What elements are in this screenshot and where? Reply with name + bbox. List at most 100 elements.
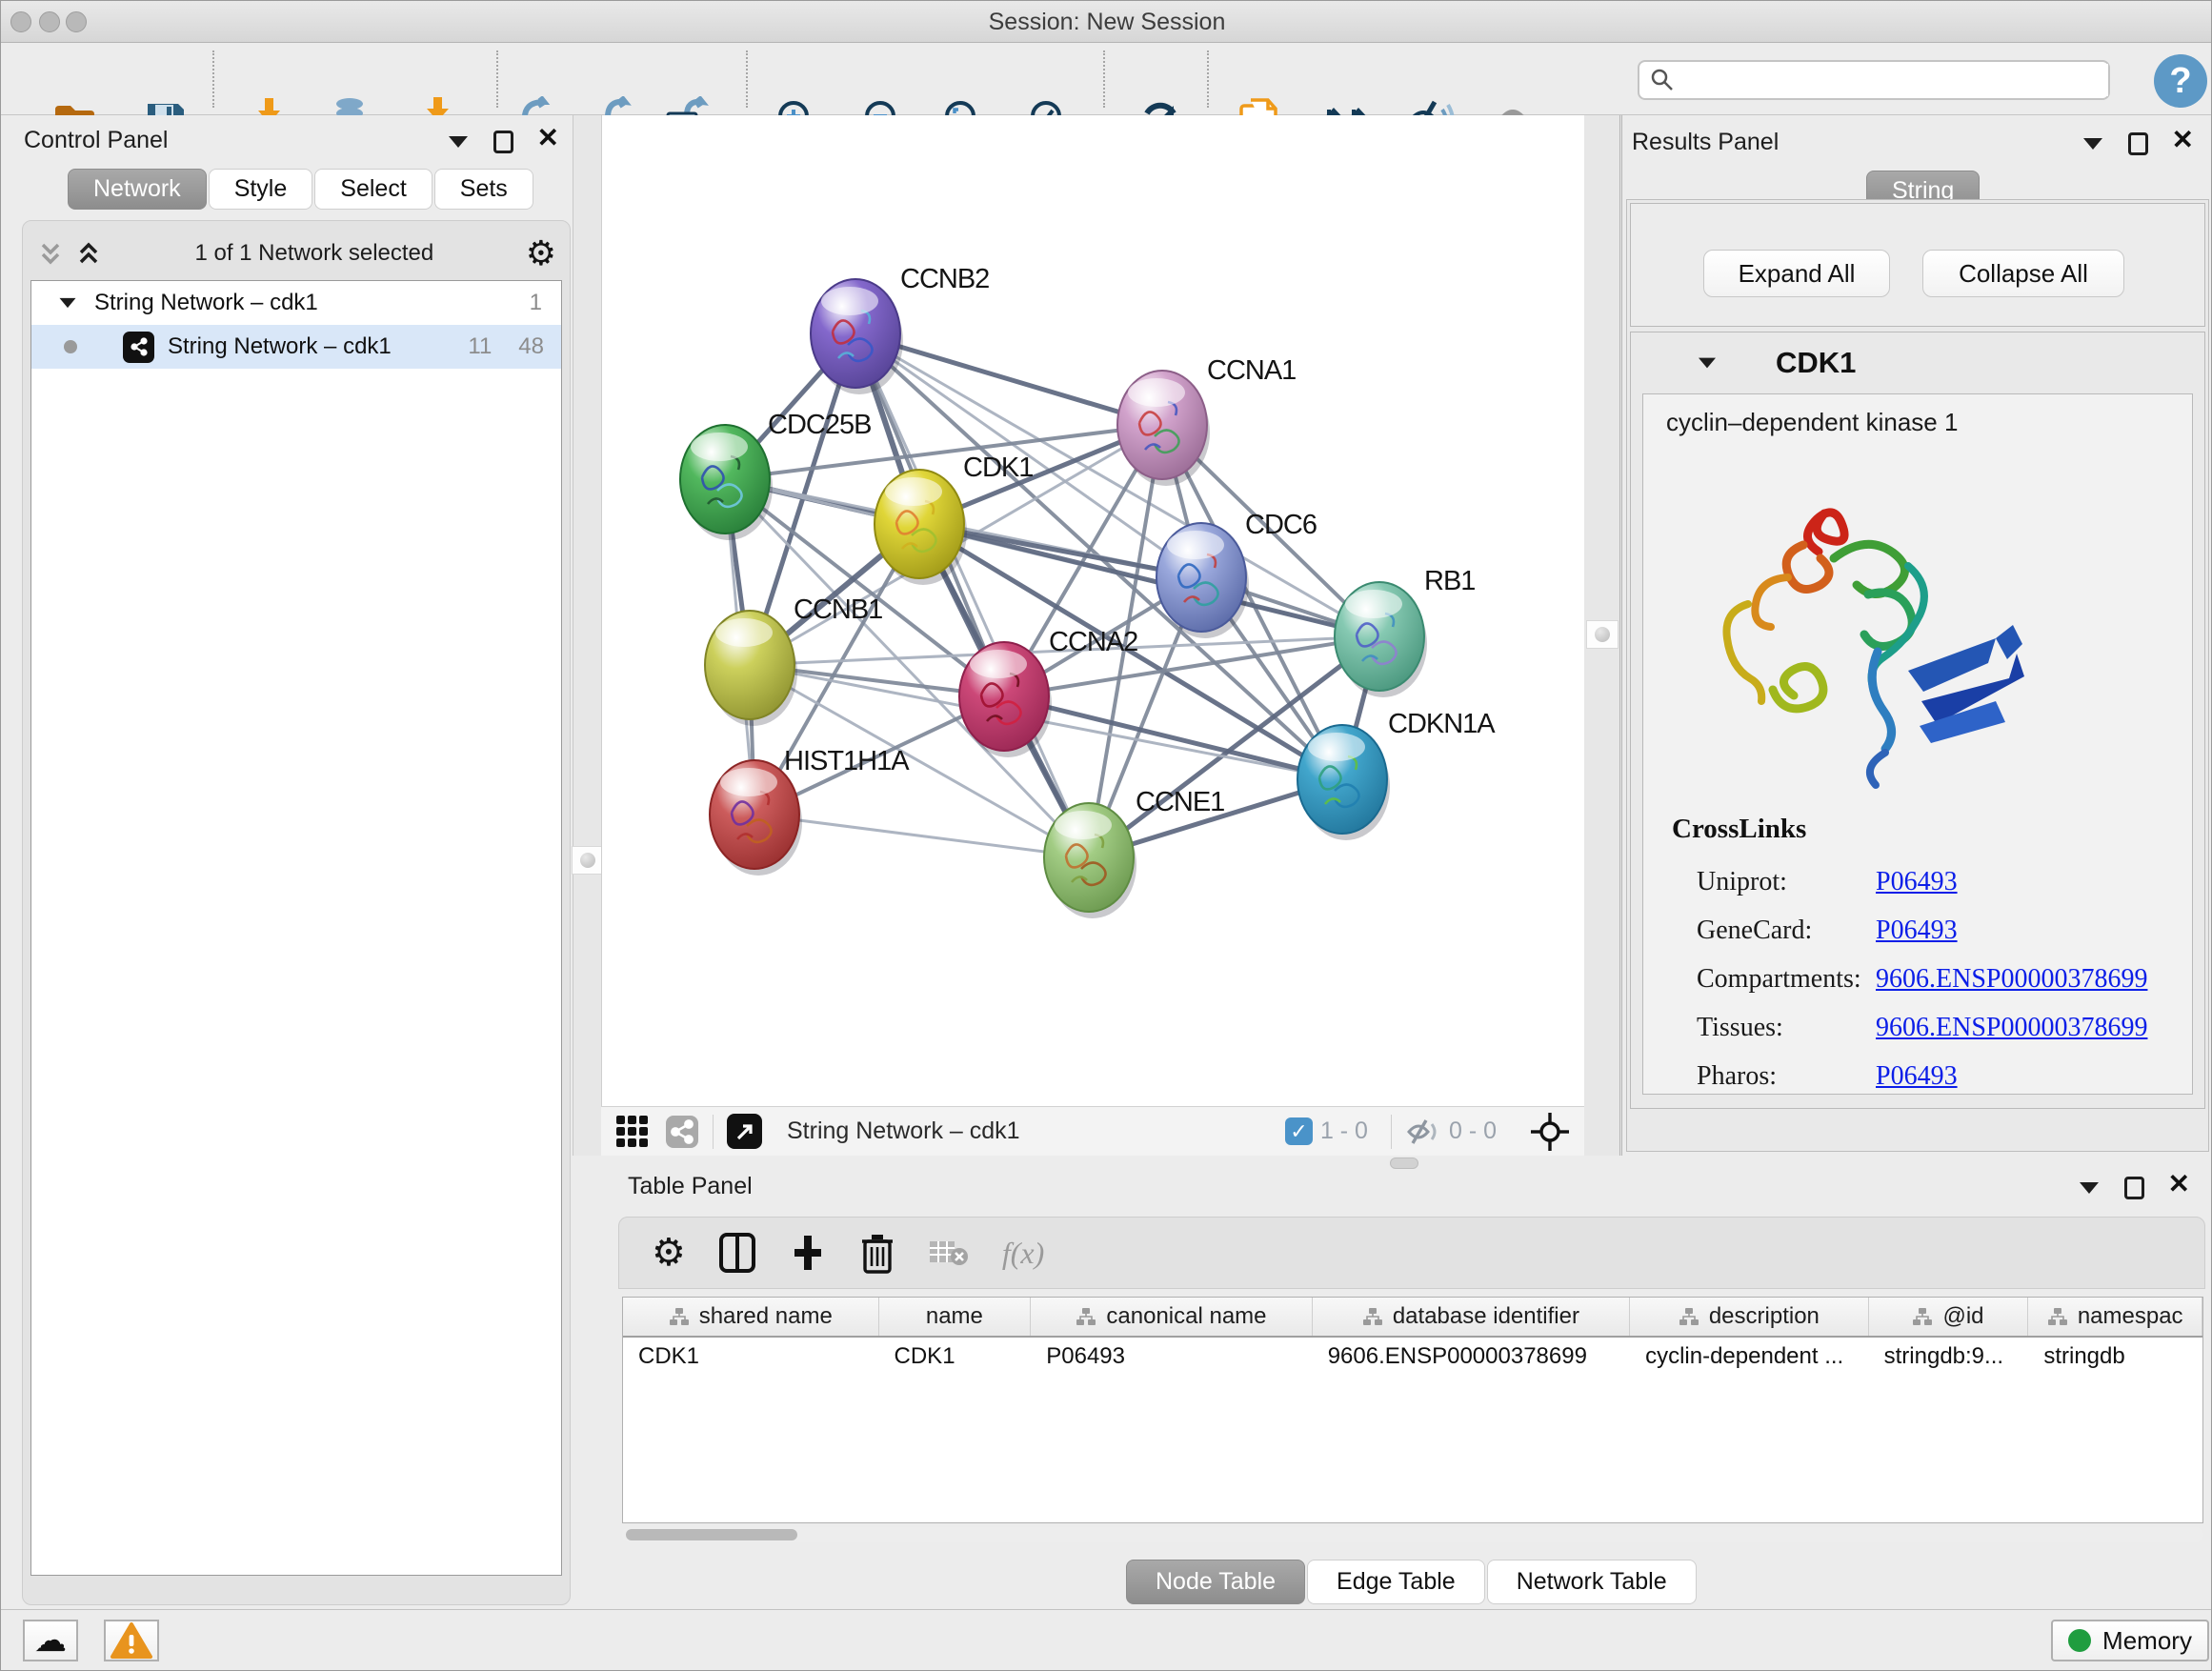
tab-network-table[interactable]: Network Table xyxy=(1487,1560,1697,1604)
table-horizontal-scrollbar[interactable] xyxy=(622,1527,2203,1542)
node-label: CDC6 xyxy=(1245,510,1317,540)
panel-float-icon[interactable] xyxy=(2124,1177,2144,1199)
right-splitter-handle[interactable] xyxy=(1586,620,1619,649)
network-edge[interactable] xyxy=(855,333,1089,857)
application-window: Session: New Session xyxy=(0,0,2212,1671)
node-label: CCNB2 xyxy=(900,264,989,294)
function-builder-icon[interactable]: f(x) xyxy=(1002,1236,1044,1271)
network-node-cdk1[interactable]: CDK1 xyxy=(875,453,1033,585)
crosslink-label: GeneCard: xyxy=(1697,916,1876,946)
table-cell[interactable]: CDK1 xyxy=(623,1338,879,1376)
selected-count-checkbox-icon[interactable]: ✓ xyxy=(1285,1117,1313,1145)
network-tree: String Network – cdk1 1 String Network –… xyxy=(30,280,562,1576)
network-current-dot xyxy=(64,340,77,353)
table-cell[interactable]: stringdb xyxy=(2028,1338,2202,1376)
tab-edge-table[interactable]: Edge Table xyxy=(1307,1560,1485,1604)
network-node-count: 11 xyxy=(468,333,492,360)
network-node-hist1h1a[interactable]: HIST1H1A xyxy=(710,746,910,876)
tab-sets[interactable]: Sets xyxy=(434,169,533,210)
panel-float-icon[interactable] xyxy=(2128,132,2148,155)
network-status-bar: String Network – cdk1 ✓ 1 - 0 0 - 0 xyxy=(601,1106,1584,1156)
node-label: CCNE1 xyxy=(1136,787,1224,817)
network-canvas[interactable]: CCNB2CCNA1CDC25BCDK1CDC6RB1CCNB1CCNA2CDK… xyxy=(601,115,1584,1106)
horizontal-splitter-handle[interactable] xyxy=(1390,1158,1418,1169)
column-header-shared-name[interactable]: shared name xyxy=(623,1298,879,1336)
crosslink-link[interactable]: 9606.ENSP00000378699 xyxy=(1876,964,2147,995)
crosslink-link[interactable]: P06493 xyxy=(1876,867,1958,897)
delete-table-icon[interactable] xyxy=(928,1236,970,1270)
crosslink-link[interactable]: 9606.ENSP00000378699 xyxy=(1876,1013,2147,1043)
tab-node-table[interactable]: Node Table xyxy=(1126,1560,1305,1604)
column-header-name[interactable]: name xyxy=(879,1298,1032,1336)
memory-button[interactable]: Memory xyxy=(2051,1620,2209,1661)
network-row[interactable]: String Network – cdk1 11 48 xyxy=(31,325,561,369)
table-type-tabs: Node TableEdge TableNetwork Table xyxy=(1126,1560,1699,1604)
toolbar-separator xyxy=(1207,50,1209,108)
table-cell[interactable]: cyclin-dependent ... xyxy=(1630,1338,1869,1376)
open-in-new-window-icon[interactable] xyxy=(727,1114,762,1149)
cloud-status-button[interactable]: ☁ xyxy=(23,1620,78,1661)
network-collection-row[interactable]: String Network – cdk1 1 xyxy=(31,281,561,325)
grid-view-icon[interactable] xyxy=(616,1116,648,1147)
control-panel-title: Control Panel xyxy=(24,127,168,153)
toolbar-separator xyxy=(212,50,214,108)
panel-close-icon[interactable]: ✕ xyxy=(2172,129,2194,151)
table-cell[interactable]: stringdb:9... xyxy=(1869,1338,2029,1376)
column-header--id[interactable]: @id xyxy=(1869,1298,2029,1336)
table-cell[interactable]: 9606.ENSP00000378699 xyxy=(1313,1338,1630,1376)
expand-all-icon[interactable] xyxy=(74,239,103,268)
panel-menu-icon[interactable] xyxy=(2083,138,2102,150)
tab-style[interactable]: Style xyxy=(209,169,313,210)
collection-expander-icon[interactable] xyxy=(60,298,76,308)
tab-network[interactable]: Network xyxy=(68,169,207,210)
gene-entry-header[interactable]: CDK1 xyxy=(1631,332,2204,393)
table-panel-title: Table Panel xyxy=(628,1173,753,1199)
table-header-row: shared namenamecanonical namedatabase id… xyxy=(623,1298,2202,1338)
left-splitter-handle[interactable] xyxy=(572,846,604,875)
column-header-namespac[interactable]: namespac xyxy=(2028,1298,2202,1336)
help-icon[interactable]: ? xyxy=(2154,54,2207,108)
column-header-description[interactable]: description xyxy=(1630,1298,1869,1336)
delete-column-trash-icon[interactable] xyxy=(859,1232,895,1274)
warnings-button[interactable] xyxy=(104,1620,159,1661)
network-node-ccne1[interactable]: CCNE1 xyxy=(1044,787,1224,918)
table-cell[interactable]: CDK1 xyxy=(879,1338,1032,1376)
panel-close-icon[interactable]: ✕ xyxy=(2168,1173,2190,1196)
left-splitter[interactable] xyxy=(573,115,601,1156)
panel-menu-icon[interactable] xyxy=(449,136,468,148)
right-splitter[interactable] xyxy=(1584,115,1622,1156)
memory-label: Memory xyxy=(2102,1626,2192,1656)
column-header-canonical-name[interactable]: canonical name xyxy=(1031,1298,1312,1336)
node-label: HIST1H1A xyxy=(784,746,910,776)
network-edge[interactable] xyxy=(754,815,1089,857)
table-options-gear-icon[interactable]: ⚙ xyxy=(652,1236,686,1270)
panel-menu-icon[interactable] xyxy=(2080,1182,2099,1194)
column-header-database-identifier[interactable]: database identifier xyxy=(1313,1298,1630,1336)
network-node-cdkn1a[interactable]: CDKN1A xyxy=(1297,709,1496,840)
expand-all-button[interactable]: Expand All xyxy=(1703,250,1890,297)
network-view-title: String Network – cdk1 xyxy=(787,1117,1285,1145)
collapse-all-button[interactable]: Collapse All xyxy=(1922,250,2124,297)
network-options-gear-icon[interactable]: ⚙ xyxy=(526,236,556,271)
table-row[interactable]: CDK1CDK1P064939606.ENSP00000378699cyclin… xyxy=(623,1338,2202,1376)
fit-selection-crosshair-icon[interactable] xyxy=(1529,1111,1571,1153)
entry-collapse-icon[interactable] xyxy=(1699,358,1716,369)
scrollbar-thumb[interactable] xyxy=(626,1529,797,1540)
crosslink-link[interactable]: P06493 xyxy=(1876,1061,1958,1092)
network-view-icon[interactable] xyxy=(665,1115,699,1149)
network-node-cdc6[interactable]: CDC6 xyxy=(1156,510,1317,638)
string-network-icon xyxy=(123,332,154,363)
add-column-icon[interactable] xyxy=(789,1232,827,1274)
table-cell[interactable]: P06493 xyxy=(1031,1338,1312,1376)
network-node-rb1[interactable]: RB1 xyxy=(1335,566,1475,697)
toolbar-separator xyxy=(1103,50,1105,108)
results-buttons-box: Expand All Collapse All xyxy=(1630,203,2205,327)
tab-select[interactable]: Select xyxy=(314,169,432,210)
collapse-all-icon[interactable] xyxy=(36,239,65,268)
panel-close-icon[interactable]: ✕ xyxy=(537,127,559,150)
show-columns-icon[interactable] xyxy=(718,1232,756,1274)
hidden-count-eye-icon[interactable] xyxy=(1405,1117,1441,1146)
panel-float-icon[interactable] xyxy=(493,131,513,153)
search-input[interactable] xyxy=(1676,64,2108,96)
crosslink-link[interactable]: P06493 xyxy=(1876,916,1958,946)
